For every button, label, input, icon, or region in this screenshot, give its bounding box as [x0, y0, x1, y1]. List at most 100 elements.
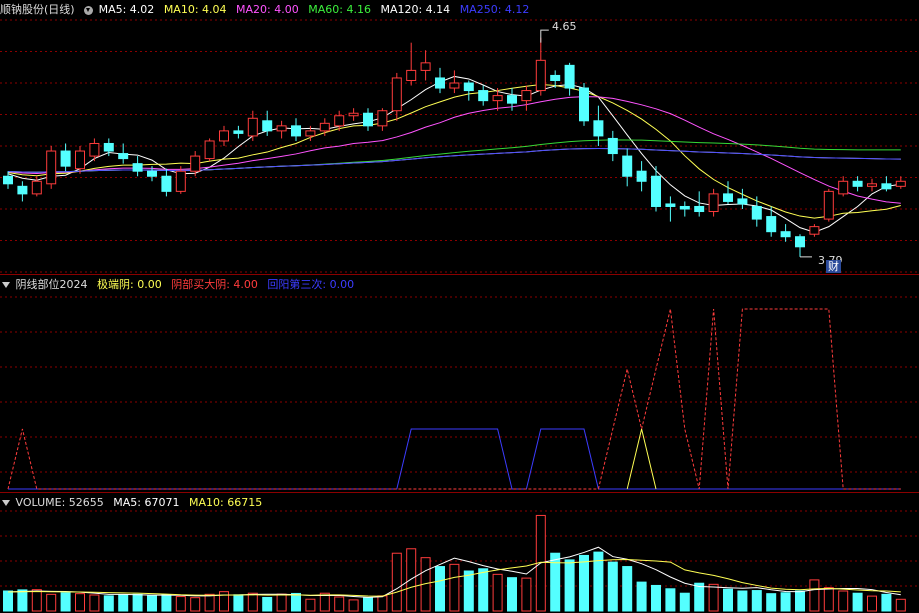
candle-body — [319, 122, 330, 132]
candle-body — [521, 90, 532, 102]
volume-bar — [867, 595, 877, 612]
candle-body — [334, 115, 345, 127]
candle-body — [895, 180, 906, 187]
volume-bar — [305, 598, 316, 612]
volume-bar — [881, 593, 892, 612]
ma20-readout: MA20: 4.00 — [236, 3, 299, 16]
volume-bar — [334, 596, 345, 612]
indicator-item-3: 回阳第三次: 0.00 — [267, 278, 355, 291]
collapse-triangle-icon[interactable] — [2, 500, 10, 506]
finance-badge[interactable]: 财 — [826, 260, 841, 273]
candle-body — [161, 175, 172, 192]
candle-body — [622, 155, 633, 177]
volume-bar — [46, 593, 57, 612]
volume-bar — [751, 590, 762, 612]
volume-bar — [147, 595, 157, 612]
price-chart — [0, 19, 919, 273]
indicator-header: 阴线部位2024 极端阴: 0.00 阴部买大阴: 4.00 回阳第三次: 0.… — [0, 275, 919, 295]
ma60-readout: MA60: 4.16 — [308, 3, 371, 16]
volume-bar — [636, 581, 647, 612]
candle-body — [852, 180, 863, 187]
candle-body — [478, 90, 489, 102]
candle-body — [708, 193, 719, 213]
candle-body — [147, 170, 157, 177]
candle-body — [175, 170, 186, 192]
candle-body — [89, 142, 100, 157]
volume-bar — [607, 561, 618, 612]
volume-bar — [809, 579, 820, 612]
volume-bar — [564, 559, 575, 612]
volume-bar — [276, 593, 287, 612]
candle-body — [363, 112, 373, 127]
candle-body — [391, 77, 402, 112]
candle-body — [75, 150, 85, 170]
candle-body — [535, 59, 546, 92]
candle-body — [867, 183, 877, 187]
volume-bar — [60, 592, 71, 612]
volume-bar — [89, 594, 100, 612]
candle-body — [247, 117, 258, 137]
settings-circle-icon[interactable] — [84, 5, 94, 15]
volume-readout: VOLUME: 52655 — [15, 496, 104, 509]
collapse-triangle-icon[interactable] — [2, 282, 10, 288]
candle-body — [795, 236, 805, 248]
candle-body — [276, 125, 287, 132]
price-pane: 顺钠股份(日线) MA5: 4.02 MA10: 4.04 MA20: 4.00… — [0, 0, 919, 274]
candle-body — [204, 140, 215, 160]
volume-bar — [31, 589, 42, 612]
volume-header: VOLUME: 52655 MA5: 67071 MA10: 66715 — [0, 493, 919, 513]
candle-body — [449, 82, 460, 89]
candle-body — [46, 150, 57, 185]
volume-bar — [262, 596, 273, 612]
indicator-title: 阴线部位2024 — [15, 278, 88, 291]
volume-bar — [161, 594, 172, 612]
price-header: 顺钠股份(日线) MA5: 4.02 MA10: 4.04 MA20: 4.00… — [0, 0, 919, 20]
candle-body — [103, 142, 114, 152]
candle-body — [579, 87, 589, 122]
ma250-readout: MA250: 4.12 — [459, 3, 530, 16]
candle-body — [31, 180, 42, 195]
candle-body — [679, 205, 690, 210]
volume-bar — [694, 582, 705, 612]
candle-body — [435, 77, 445, 89]
candle-body — [492, 95, 503, 102]
candle-body — [694, 205, 705, 213]
volume-bar — [622, 566, 633, 612]
volume-ma5-readout: MA5: 67071 — [113, 496, 180, 509]
volume-bar — [823, 587, 834, 612]
candle-body — [406, 69, 417, 81]
volume-bar — [723, 588, 733, 612]
candle-body — [132, 163, 143, 172]
signal-line-yellow — [626, 428, 657, 490]
candle-body — [305, 130, 316, 137]
volume-pane: VOLUME: 52655 MA5: 67071 MA10: 66715 — [0, 493, 919, 613]
candle-body — [723, 193, 733, 202]
volume-bar — [75, 593, 85, 612]
volume-bar — [895, 598, 906, 612]
volume-bar — [190, 597, 201, 612]
high-label: 4.65 — [552, 20, 577, 33]
volume-bar — [204, 593, 215, 612]
candle-body — [823, 190, 834, 220]
candle-body — [291, 125, 301, 137]
signal-line-blue — [8, 428, 901, 490]
volume-bar — [579, 554, 589, 612]
volume-bar — [463, 570, 474, 612]
candle-body — [636, 170, 647, 182]
volume-bar — [17, 589, 28, 612]
candle-body — [262, 120, 273, 132]
candle-body — [737, 198, 748, 205]
ma120-readout: MA120: 4.14 — [380, 3, 451, 16]
volume-bar — [838, 590, 849, 612]
candle-body — [564, 64, 575, 89]
candle-body — [463, 82, 474, 92]
volume-bar — [449, 563, 460, 612]
volume-bar — [737, 590, 748, 612]
candle-body — [118, 153, 129, 160]
volume-bar — [492, 573, 503, 612]
volume-ma10-readout: MA10: 66715 — [188, 496, 263, 509]
volume-bar — [435, 566, 445, 612]
candle-body — [665, 203, 676, 207]
candle-body — [593, 120, 604, 137]
candle-body — [420, 62, 431, 71]
